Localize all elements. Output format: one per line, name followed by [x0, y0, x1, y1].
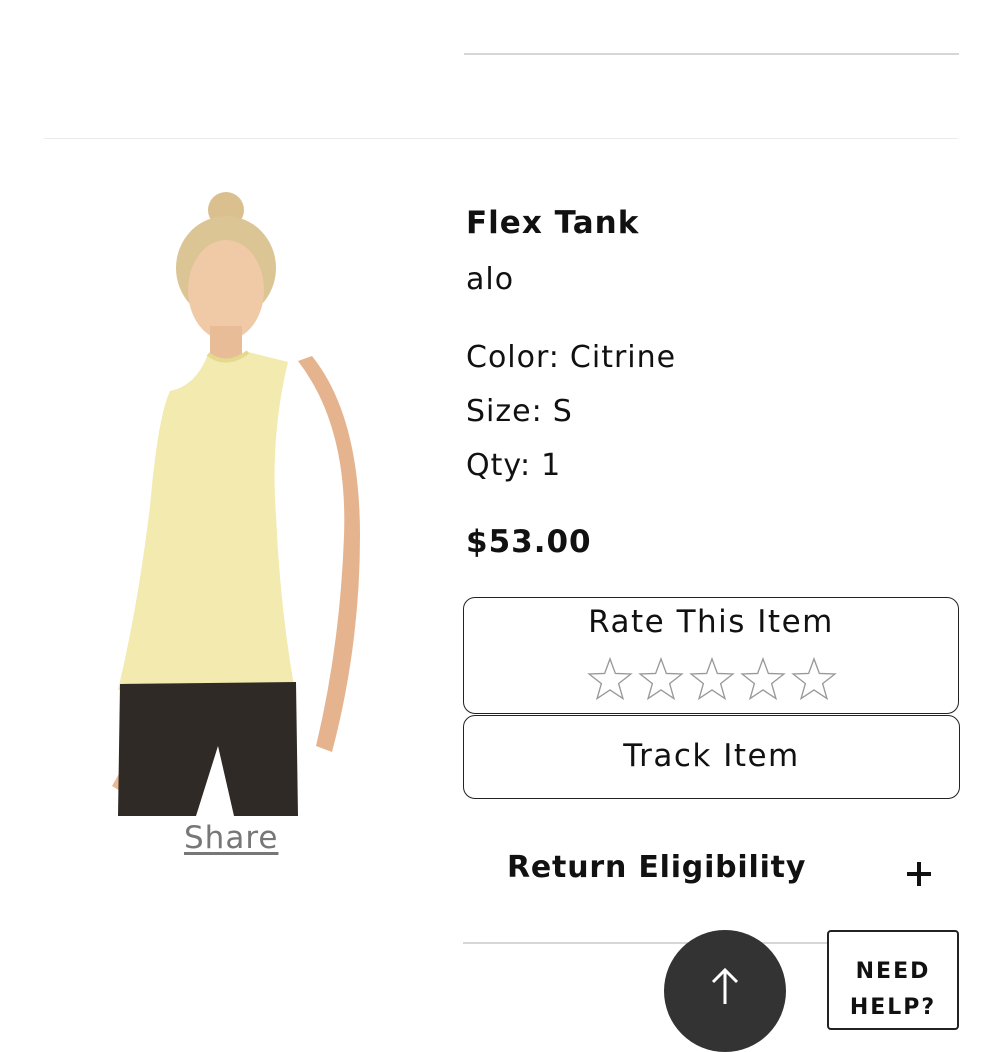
- track-item-button[interactable]: Track Item: [463, 715, 960, 799]
- product-image: [98, 186, 360, 816]
- star-icon[interactable]: [689, 656, 735, 702]
- attr-color-label: Color:: [466, 340, 560, 375]
- attr-size-label: Size:: [466, 394, 543, 429]
- scroll-top-button[interactable]: [664, 930, 786, 1052]
- attr-size: Size: S: [466, 394, 573, 429]
- section-divider: [44, 138, 958, 139]
- need-help-button[interactable]: NEED HELP?: [827, 930, 959, 1030]
- return-eligibility-label: Return Eligibility: [507, 850, 807, 885]
- rate-item-box: Rate This Item: [463, 597, 959, 714]
- attr-qty-label: Qty:: [466, 448, 532, 483]
- attr-size-value: S: [552, 394, 573, 429]
- share-link[interactable]: Share: [184, 820, 278, 856]
- top-divider: [464, 53, 959, 55]
- star-icon[interactable]: [740, 656, 786, 702]
- product-price: $53.00: [466, 524, 592, 560]
- arrow-up-icon: [711, 967, 739, 1004]
- attr-qty-value: 1: [541, 448, 562, 483]
- star-icon[interactable]: [791, 656, 837, 702]
- rate-item-label: Rate This Item: [588, 604, 834, 640]
- attr-color-value: Citrine: [569, 340, 677, 375]
- attr-color: Color: Citrine: [466, 340, 676, 375]
- star-rating: [587, 656, 837, 702]
- attr-qty: Qty: 1: [466, 448, 561, 483]
- product-title: Flex Tank: [466, 205, 640, 241]
- star-icon[interactable]: [638, 656, 684, 702]
- star-icon[interactable]: [587, 656, 633, 702]
- product-brand: alo: [466, 262, 515, 297]
- return-eligibility-toggle[interactable]: Return Eligibility: [463, 840, 959, 906]
- plus-icon[interactable]: [907, 862, 931, 886]
